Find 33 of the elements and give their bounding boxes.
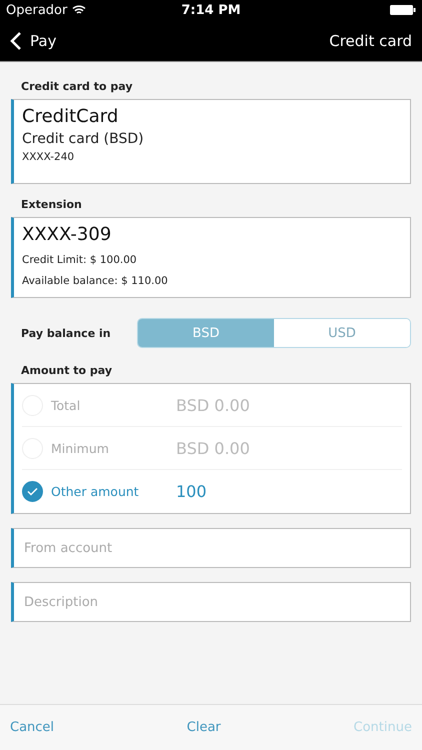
input-field[interactable]: From account xyxy=(11,528,411,568)
carrier-name: Operador xyxy=(6,2,68,18)
amount-value: BSD 0.00 xyxy=(176,396,250,414)
pay-balance-label: Pay balance in xyxy=(20,326,112,340)
chevron-left-icon xyxy=(10,30,22,50)
extension-detail: Available balance: $ 110.00 xyxy=(22,275,169,287)
amount-value: BSD 0.00 xyxy=(176,438,250,458)
currency-segment[interactable]: BSD xyxy=(138,319,274,347)
status-time: 7:14 PM xyxy=(181,2,241,18)
section-label: Credit card to pay xyxy=(21,80,134,93)
section-label: Extension xyxy=(21,198,83,211)
credit-card-panel[interactable]: CreditCard Credit card (BSD) XXXX-240 xyxy=(11,99,411,184)
wifi-icon xyxy=(72,5,86,15)
footer-button[interactable]: Clear xyxy=(186,720,221,735)
amount-value: 100 xyxy=(176,482,207,501)
checkmark-icon xyxy=(27,487,38,496)
footer-button[interactable]: Cancel xyxy=(10,720,54,735)
card-number: XXXX-240 xyxy=(22,151,76,163)
amount-option-label: Minimum xyxy=(51,440,110,456)
screen-title: Credit card xyxy=(329,32,412,50)
card-type: Credit card (BSD) xyxy=(22,131,145,147)
currency-segment[interactable]: USD xyxy=(274,319,410,347)
section-label: Amount to pay xyxy=(21,364,114,377)
back-button[interactable]: Pay xyxy=(10,30,56,50)
amount-option-label: Total xyxy=(51,398,82,412)
extension-detail: Credit Limit: $ 100.00 xyxy=(22,254,138,266)
radio-button[interactable] xyxy=(22,481,43,502)
card-name: CreditCard xyxy=(22,106,120,127)
extension-panel[interactable]: XXXX-309 Credit Limit: $ 100.00 Available balance: $ 110.00 xyxy=(11,217,411,298)
input-field[interactable]: Description xyxy=(11,582,411,622)
extension-number: XXXX-309 xyxy=(22,224,112,245)
amount-option-label: Other amount xyxy=(51,484,140,499)
battery-icon xyxy=(390,5,416,15)
